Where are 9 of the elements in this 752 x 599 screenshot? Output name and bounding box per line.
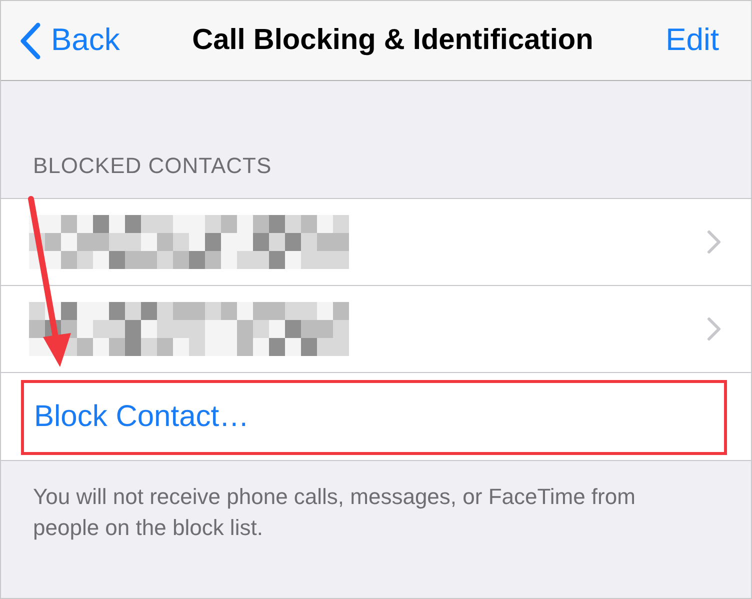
edit-button[interactable]: Edit <box>666 17 719 64</box>
screen-title: Call Blocking & Identification <box>192 22 594 58</box>
section-header: BLOCKED CONTACTS <box>32 152 273 180</box>
chevron-right-icon <box>707 230 721 254</box>
chevron-right-icon <box>707 317 721 341</box>
chevron-left-icon <box>19 22 41 60</box>
block-contact-link[interactable]: Block Contact… <box>34 394 250 439</box>
footer-note: You will not receive phone calls, messages, or FaceTime from people on the block list. <box>32 483 636 542</box>
back-button[interactable]: Back <box>19 17 120 64</box>
